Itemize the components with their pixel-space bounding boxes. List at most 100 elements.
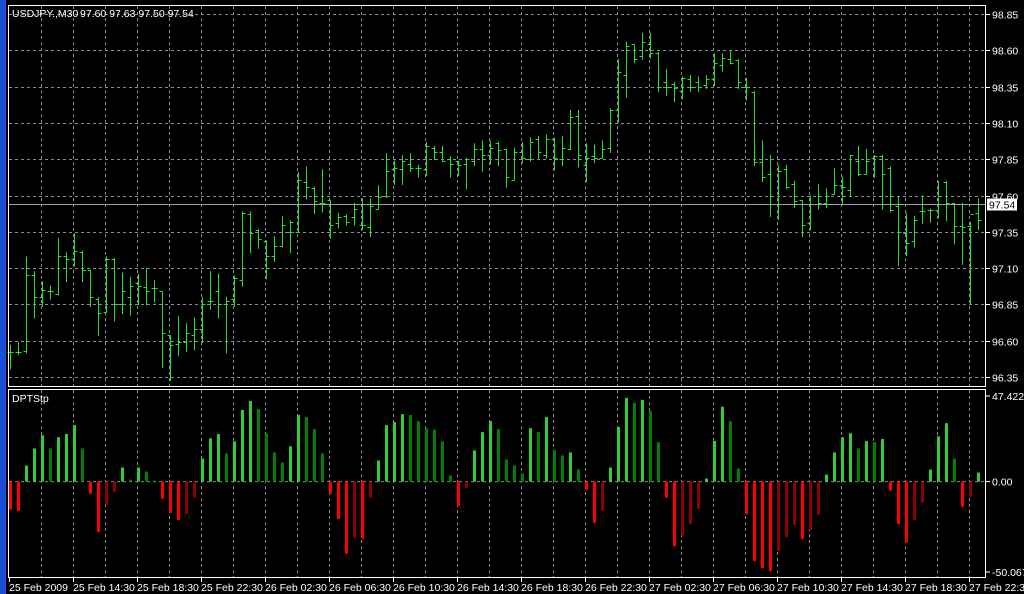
time-axis-label: 27 Feb 06:30 <box>713 582 775 594</box>
histogram-bar-positive <box>321 453 324 482</box>
histogram-bar-negative <box>785 481 788 538</box>
histogram-bar-positive <box>425 428 428 482</box>
histogram-bar-negative <box>193 481 196 498</box>
histogram-bar-positive <box>489 421 492 482</box>
histogram-bar-positive <box>449 475 452 482</box>
histogram-bar-positive <box>977 472 980 482</box>
time-axis-label: 27 Feb 18:30 <box>905 582 967 594</box>
histogram-bar-negative <box>105 481 108 505</box>
histogram-bar-positive <box>625 397 628 482</box>
histogram-bar-positive <box>953 458 956 482</box>
histogram-bar-negative <box>809 481 812 530</box>
histogram-bar-positive <box>225 453 228 482</box>
histogram-bar-negative <box>777 481 780 552</box>
histogram-bar-negative <box>369 481 372 498</box>
histogram-bar-positive <box>401 414 404 482</box>
histogram-bar-positive <box>481 432 484 482</box>
histogram-bar-negative <box>593 481 596 523</box>
histogram-bar-positive <box>649 411 652 482</box>
histogram-bar-positive <box>497 429 500 482</box>
histogram-bar-positive <box>841 437 844 482</box>
histogram-bar-positive <box>945 423 948 482</box>
symbol-header: USDJPY.,M30 97.60 97.63 97.50 97.54 <box>12 8 194 20</box>
histogram-bar-negative <box>921 481 924 503</box>
histogram-bar-negative <box>177 481 180 520</box>
histogram-bar-negative <box>801 481 804 539</box>
histogram-bar-positive <box>881 439 884 482</box>
histogram-bar-negative <box>169 481 172 513</box>
histogram-bar-positive <box>65 433 68 482</box>
histogram-bar-positive <box>505 459 508 482</box>
histogram-bar-negative <box>889 481 892 491</box>
histogram-bar-positive <box>281 462 284 482</box>
histogram-bar-negative <box>817 481 820 515</box>
histogram-bar-positive <box>633 402 636 482</box>
histogram-bar-positive <box>273 452 276 482</box>
histogram-bar-negative <box>465 481 468 488</box>
histogram-bar-positive <box>737 468 740 482</box>
time-axis-label: 26 Feb 18:30 <box>521 582 583 594</box>
histogram-bar-positive <box>385 425 388 482</box>
histogram-bar-negative <box>585 481 588 490</box>
histogram-bar-positive <box>825 474 828 482</box>
histogram-bar-negative <box>185 481 188 514</box>
histogram-bar-positive <box>849 433 852 482</box>
histogram-bar-positive <box>545 416 548 482</box>
histogram-bar-negative <box>673 481 676 547</box>
price-axis-label: 98.85 <box>992 10 1018 22</box>
histogram-bar-positive <box>249 400 252 482</box>
histogram-bar-positive <box>713 440 716 482</box>
symbol-label: USDJPY.,M30 <box>12 8 78 20</box>
time-axis-label: 25 Feb 2009 <box>9 582 68 594</box>
histogram-bar-positive <box>33 448 36 482</box>
histogram-bar-negative <box>793 481 796 525</box>
histogram-bar-negative <box>681 481 684 536</box>
histogram-bar-negative <box>897 481 900 525</box>
histogram-bar-negative <box>969 481 972 497</box>
time-axis-label: 25 Feb 18:30 <box>137 582 199 594</box>
histogram-bar-negative <box>457 481 460 506</box>
histogram-bar-positive <box>313 429 316 482</box>
histogram-bar-positive <box>129 479 132 482</box>
histogram-bar-positive <box>433 429 436 482</box>
histogram-bar-positive <box>297 414 300 482</box>
histogram-bar-negative <box>961 481 964 507</box>
chart-window[interactable]: 98.8598.6098.3598.1097.8597.6097.3597.10… <box>0 0 1024 594</box>
histogram-bar-negative <box>161 481 164 499</box>
histogram-bar-positive <box>121 467 124 482</box>
indicator-zero-label: 0.00 <box>992 477 1013 489</box>
time-axis-label: 26 Feb 02:30 <box>265 582 327 594</box>
histogram-bar-negative <box>913 481 916 520</box>
histogram-bar-positive <box>137 467 140 482</box>
histogram-bar-positive <box>513 465 516 482</box>
histogram-bar-positive <box>657 442 660 482</box>
histogram-bar-negative <box>689 481 692 525</box>
histogram-bar-positive <box>41 435 44 482</box>
time-axis-label: 26 Feb 06:30 <box>329 582 391 594</box>
histogram-bar-positive <box>25 465 28 482</box>
histogram-bar-positive <box>233 441 236 482</box>
histogram-bar-negative <box>361 481 364 539</box>
time-axis-label: 26 Feb 22:30 <box>585 582 647 594</box>
histogram-bar-negative <box>665 481 668 498</box>
time-axis-label: 27 Feb 14:30 <box>841 582 903 594</box>
ohlc-readout: 97.60 97.63 97.50 97.54 <box>80 8 194 20</box>
histogram-bar-positive <box>289 446 292 482</box>
histogram-bar-negative <box>905 481 908 543</box>
time-axis-label: 25 Feb 14:30 <box>73 582 135 594</box>
histogram-bar-positive <box>705 478 708 482</box>
window-left-border <box>0 0 6 594</box>
chart-background <box>0 0 1024 594</box>
histogram-bar-positive <box>209 438 212 482</box>
histogram-bar-positive <box>857 448 860 482</box>
histogram-bar-positive <box>561 455 564 482</box>
histogram-bar-positive <box>241 409 244 482</box>
histogram-bar-positive <box>265 433 268 482</box>
histogram-bar-positive <box>257 409 260 482</box>
histogram-bar-negative <box>97 481 100 532</box>
histogram-bar-positive <box>145 471 148 482</box>
histogram-bar-positive <box>609 467 612 482</box>
histogram-bar-positive <box>929 469 932 482</box>
histogram-bar-positive <box>529 428 532 482</box>
histogram-bar-positive <box>49 448 52 482</box>
